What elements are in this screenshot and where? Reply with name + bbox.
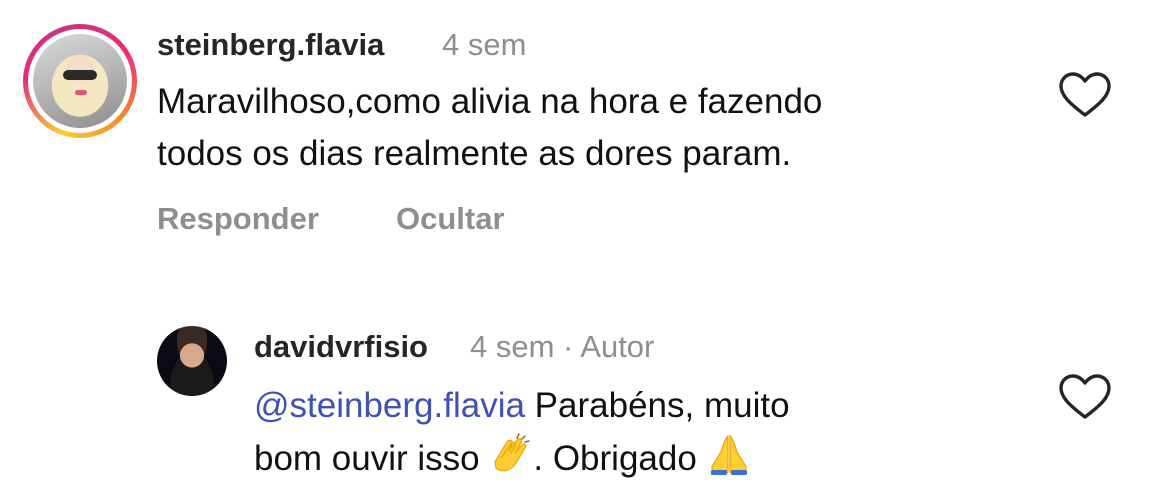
reply-button[interactable]: Responder <box>157 201 319 237</box>
hide-button[interactable]: Ocultar <box>396 201 505 237</box>
clapping-hands-icon <box>494 433 531 472</box>
folded-hands-icon <box>710 434 747 475</box>
comment-text-line: bom ouvir isso . Obrigado <box>254 432 790 485</box>
meta-separator: · <box>563 329 574 364</box>
comment: steinberg.flavia 4 sem Maravilhoso,como … <box>0 0 1170 260</box>
comment-text-line: todos os dias realmente as dores param. <box>157 134 792 173</box>
avatar-lips <box>75 90 87 95</box>
comment-text-segment: Parabéns, muito <box>524 386 790 425</box>
comment-meta: 4 sem · Autor <box>470 329 654 365</box>
comment-timestamp: 4 sem <box>442 27 527 62</box>
avatar[interactable] <box>157 326 227 396</box>
comment-text: @steinberg.flavia Parabéns, muito bom ou… <box>254 380 790 485</box>
mention-link[interactable]: @steinberg.flavia <box>254 386 525 425</box>
comment-text-segment: bom ouvir isso <box>254 439 490 478</box>
comment-text-line: @steinberg.flavia Parabéns, muito <box>254 380 790 432</box>
comment-text-segment: . Obrigado <box>533 439 707 478</box>
comment-username[interactable]: steinberg.flavia <box>157 27 384 63</box>
heart-outline-icon[interactable] <box>1059 72 1111 118</box>
comment-text-line: Maravilhoso,como alivia na hora e fazend… <box>157 82 823 121</box>
comment-text: Maravilhoso,como alivia na hora e fazend… <box>157 76 822 180</box>
comment-username[interactable]: davidvrfisio <box>254 329 428 365</box>
avatar[interactable] <box>33 34 127 128</box>
comment-timestamp: 4 sem <box>470 329 555 364</box>
heart-outline-icon[interactable] <box>1059 374 1111 420</box>
author-badge: Autor <box>580 329 655 364</box>
reply-comment: davidvrfisio 4 sem · Autor @steinberg.fl… <box>0 300 1170 503</box>
avatar-glasses <box>63 70 97 80</box>
